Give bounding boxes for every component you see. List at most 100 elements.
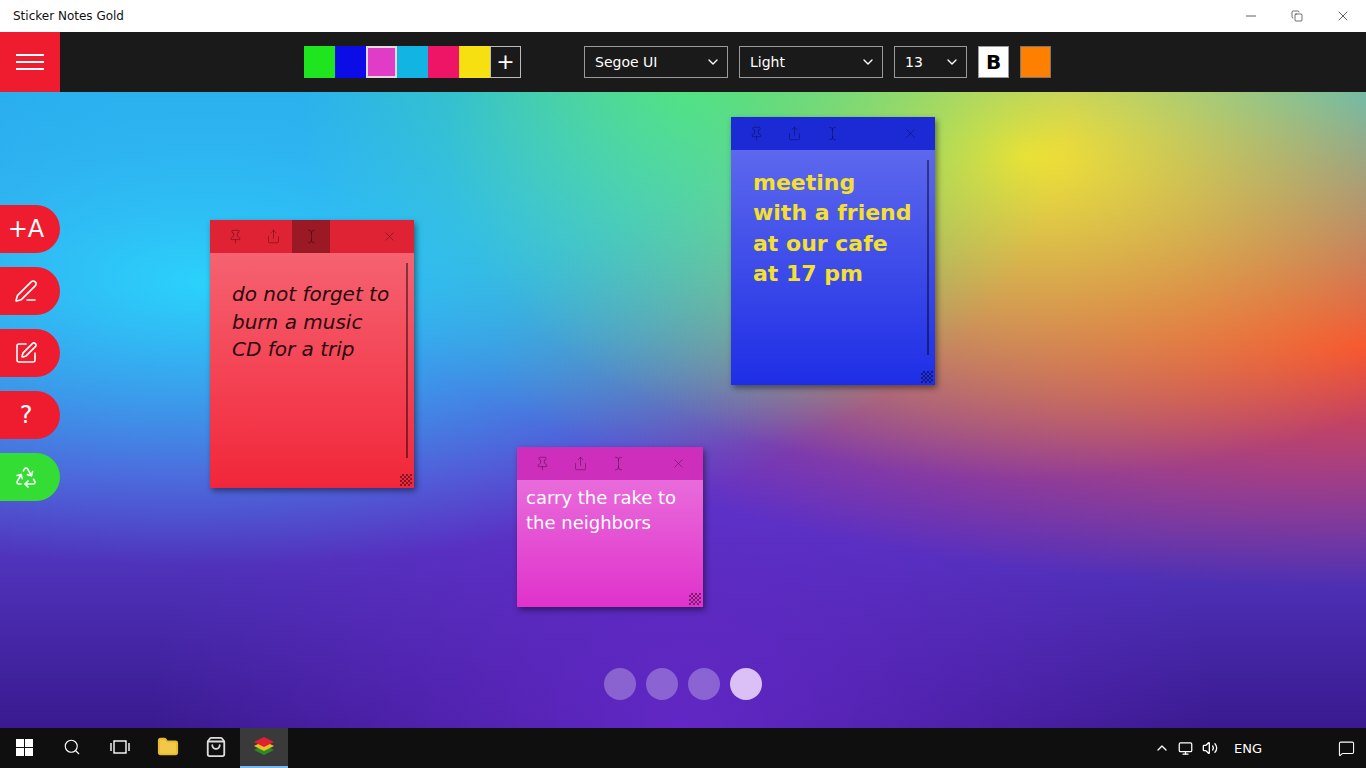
share-icon xyxy=(266,229,281,244)
weight-dropdown[interactable]: Light xyxy=(739,46,883,78)
text-tool-button[interactable] xyxy=(599,447,637,480)
explorer-taskbar-button[interactable] xyxy=(144,728,192,768)
note-header xyxy=(731,117,935,150)
windows-logo-icon xyxy=(16,739,33,756)
note-body[interactable]: meeting with a friend at our cafe at 17 … xyxy=(731,150,935,385)
menu-button[interactable] xyxy=(0,32,60,92)
store-taskbar-button[interactable] xyxy=(192,728,240,768)
pen-icon xyxy=(14,279,38,303)
volume-button[interactable] xyxy=(1198,728,1222,768)
taskbar: ENG xyxy=(0,728,1366,768)
side-buttons: +A? xyxy=(0,205,60,501)
help-label: ? xyxy=(20,401,33,429)
close-icon xyxy=(671,456,686,471)
edit-desktop-button[interactable] xyxy=(0,329,60,377)
pin-icon xyxy=(749,126,764,141)
folder-icon xyxy=(157,736,179,758)
close-button[interactable] xyxy=(1320,0,1366,32)
share-icon xyxy=(787,126,802,141)
title-bar: Sticker Notes Gold xyxy=(0,0,1366,32)
scrollbar[interactable] xyxy=(406,263,408,458)
chevron-up-icon xyxy=(1154,740,1170,756)
close-tool-button[interactable] xyxy=(370,220,408,253)
page-dot[interactable] xyxy=(604,668,636,700)
network-icon xyxy=(1178,741,1193,756)
draw-button[interactable] xyxy=(0,267,60,315)
system-tray: ENG xyxy=(1150,728,1366,768)
size-dropdown[interactable]: 13 xyxy=(894,46,967,78)
pin-icon xyxy=(535,456,550,471)
bold-button[interactable]: B xyxy=(978,46,1009,78)
share-tool-button[interactable] xyxy=(254,220,292,253)
minimize-button[interactable] xyxy=(1228,0,1274,32)
scrollbar[interactable] xyxy=(927,160,929,355)
add-color-button[interactable]: + xyxy=(490,46,521,78)
sticker-notes-taskbar-button[interactable] xyxy=(240,728,288,768)
page-indicator xyxy=(0,668,1366,700)
chevron-down-icon xyxy=(705,54,721,70)
language-indicator[interactable]: ENG xyxy=(1222,741,1276,756)
note-body[interactable]: carry the rake to the neighbors xyxy=(517,480,703,607)
share-tool-button[interactable] xyxy=(561,447,599,480)
minimize-icon xyxy=(1243,8,1259,24)
network-button[interactable] xyxy=(1174,728,1198,768)
close-tool-button[interactable] xyxy=(659,447,697,480)
sticky-note[interactable]: carry the rake to the neighbors xyxy=(517,447,703,607)
note-text[interactable]: carry the rake to the neighbors xyxy=(526,486,695,536)
pin-tool-button[interactable] xyxy=(216,220,254,253)
sticky-note[interactable]: meeting with a friend at our cafe at 17 … xyxy=(731,117,935,385)
text-cursor-icon xyxy=(304,229,319,244)
text-cursor-icon xyxy=(825,126,840,141)
tray-expand-button[interactable] xyxy=(1150,728,1174,768)
help-button[interactable]: ? xyxy=(0,391,60,439)
close-icon xyxy=(1335,8,1351,24)
close-tool-button[interactable] xyxy=(891,117,929,150)
app-window: Sticker Notes Gold + Segoe UI Light 13 B +A? do… xyxy=(0,0,1366,768)
text-color-button[interactable] xyxy=(1020,46,1051,78)
notifications-icon xyxy=(1338,740,1355,757)
share-button[interactable] xyxy=(0,453,60,501)
text-cursor-icon xyxy=(611,456,626,471)
color-swatch[interactable] xyxy=(366,46,397,78)
color-swatch[interactable] xyxy=(335,46,366,78)
sticky-note[interactable]: do not forget to burn a music CD for a t… xyxy=(210,220,414,488)
notifications-button[interactable] xyxy=(1326,728,1366,768)
search-button[interactable] xyxy=(48,728,96,768)
text-tool-button[interactable] xyxy=(813,117,851,150)
task-view-button[interactable] xyxy=(96,728,144,768)
color-swatch[interactable] xyxy=(428,46,459,78)
page-dot[interactable] xyxy=(646,668,678,700)
color-swatch[interactable] xyxy=(397,46,428,78)
note-text[interactable]: meeting with a friend at our cafe at 17 … xyxy=(753,168,913,289)
window-title: Sticker Notes Gold xyxy=(0,9,1228,23)
color-swatch[interactable] xyxy=(459,46,490,78)
page-dot[interactable] xyxy=(688,668,720,700)
hamburger-icon xyxy=(16,53,44,71)
note-body[interactable]: do not forget to burn a music CD for a t… xyxy=(210,253,414,488)
add-text-label: +A xyxy=(8,215,45,243)
pin-tool-button[interactable] xyxy=(523,447,561,480)
resize-grip[interactable] xyxy=(689,593,701,605)
text-tool-button[interactable] xyxy=(292,220,330,253)
note-text[interactable]: do not forget to burn a music CD for a t… xyxy=(232,281,392,364)
color-swatch[interactable] xyxy=(304,46,335,78)
start-button[interactable] xyxy=(0,728,48,768)
store-icon xyxy=(205,736,227,758)
restore-button[interactable] xyxy=(1274,0,1320,32)
task-view-icon xyxy=(110,739,130,755)
toolbar: + Segoe UI Light 13 B xyxy=(0,32,1366,92)
add-text-button[interactable]: +A xyxy=(0,205,60,253)
close-icon xyxy=(382,229,397,244)
resize-grip[interactable] xyxy=(921,371,933,383)
share-tool-button[interactable] xyxy=(775,117,813,150)
close-icon xyxy=(903,126,918,141)
share-circle-icon xyxy=(14,465,38,489)
color-swatches: + xyxy=(304,46,521,78)
font-dropdown[interactable]: Segoe UI xyxy=(584,46,728,78)
page-dot[interactable] xyxy=(730,668,762,700)
pin-tool-button[interactable] xyxy=(737,117,775,150)
share-icon xyxy=(573,456,588,471)
edit-screen-icon xyxy=(14,341,38,365)
volume-icon xyxy=(1202,740,1218,756)
resize-grip[interactable] xyxy=(400,474,412,486)
